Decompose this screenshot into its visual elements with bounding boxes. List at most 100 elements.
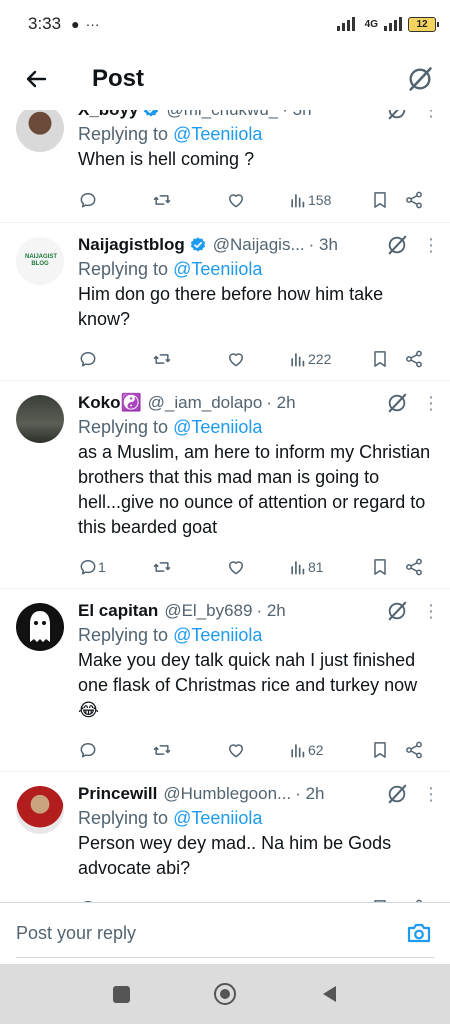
square-icon[interactable] — [109, 982, 133, 1006]
views-button[interactable]: 62 — [288, 740, 370, 760]
bookmark-button[interactable] — [370, 557, 404, 577]
views-icon — [288, 557, 308, 577]
comment-button[interactable]: 1 — [78, 557, 152, 577]
mention-link[interactable]: @Teeniiola — [173, 808, 262, 828]
comment-icon — [78, 349, 98, 369]
avatar[interactable] — [16, 786, 64, 834]
heart-icon — [226, 349, 246, 369]
views-button[interactable]: 158 — [288, 190, 370, 210]
post-time: · 2h — [295, 784, 325, 803]
share-button[interactable] — [404, 349, 424, 369]
grok-icon[interactable] — [386, 783, 408, 805]
replying-prefix: Replying to — [78, 259, 169, 279]
grok-icon[interactable] — [386, 392, 408, 414]
ghost-avatar-icon — [30, 611, 50, 642]
author-handle[interactable]: @El_by689 — [164, 601, 252, 621]
reply-input[interactable]: Post your reply — [16, 923, 136, 944]
retweet-button[interactable] — [152, 349, 226, 369]
grok-icon[interactable] — [386, 600, 408, 622]
author-name[interactable]: El capitan — [78, 601, 158, 621]
more-vertical-icon[interactable]: ⋮ — [422, 110, 440, 119]
heart-icon — [226, 557, 246, 577]
author-name[interactable]: Naijagistblog — [78, 235, 185, 255]
views-button[interactable]: 222 — [288, 349, 370, 369]
reply-composer: Post your reply — [0, 902, 450, 964]
bookmark-icon — [370, 740, 390, 760]
retweet-button[interactable] — [152, 190, 226, 210]
comment-button[interactable] — [78, 740, 152, 760]
retweet-button[interactable] — [152, 557, 226, 577]
comment-button[interactable] — [78, 349, 152, 369]
share-button[interactable] — [404, 740, 424, 760]
retweet-icon — [152, 557, 172, 577]
replying-to: Replying to @Teeniiola — [78, 625, 436, 646]
app-header: Post — [0, 48, 450, 110]
mention-link[interactable]: @Teeniiola — [173, 625, 262, 645]
replying-prefix: Replying to — [78, 124, 169, 144]
like-button[interactable] — [226, 349, 288, 369]
view-count: 62 — [308, 742, 324, 758]
triangle-back-icon[interactable] — [317, 982, 341, 1006]
reply-text: When is hell coming ? — [78, 149, 255, 169]
share-icon — [404, 190, 424, 210]
author-name[interactable]: Koko☯️ — [78, 393, 142, 413]
avatar[interactable] — [16, 395, 64, 443]
mention-link[interactable]: @Teeniiola — [173, 124, 262, 144]
reply-item[interactable]: Princewill @Humblegoon... · 2h ⋮ Replyin… — [0, 772, 450, 902]
reply-item[interactable]: NAIJAGIST BLOG Naijagistblog @Naijagis..… — [0, 223, 450, 381]
heart-icon — [226, 740, 246, 760]
like-button[interactable] — [226, 190, 288, 210]
verified-badge-icon — [142, 110, 160, 119]
replying-prefix: Replying to — [78, 808, 169, 828]
more-vertical-icon[interactable]: ⋮ — [422, 236, 440, 254]
grok-icon[interactable] — [386, 234, 408, 256]
bookmark-button[interactable] — [370, 190, 404, 210]
avatar[interactable] — [16, 110, 64, 152]
avatar[interactable]: NAIJAGIST BLOG — [16, 237, 64, 285]
bookmark-button[interactable] — [370, 740, 404, 760]
share-button[interactable] — [404, 190, 424, 210]
heart-icon — [226, 190, 246, 210]
more-vertical-icon[interactable]: ⋮ — [422, 785, 440, 803]
views-icon — [288, 349, 308, 369]
more-vertical-icon[interactable]: ⋮ — [422, 394, 440, 412]
author-handle[interactable]: @_iam_dolapo — [148, 393, 263, 413]
replies-feed[interactable]: X_boyy @mi_chukwu_ · 3h ⋮ Replying to @T… — [0, 110, 450, 902]
camera-icon[interactable] — [406, 921, 432, 945]
verified-badge-icon — [189, 236, 207, 254]
author-handle[interactable]: @Naijagis... — [213, 235, 305, 255]
views-icon — [288, 740, 308, 760]
views-button[interactable]: 81 — [288, 557, 370, 577]
retweet-icon — [152, 349, 172, 369]
author-handle[interactable]: @Humblegoon... — [163, 784, 291, 804]
arrow-left-icon[interactable] — [22, 65, 50, 93]
author-handle[interactable]: @mi_chukwu_ — [166, 110, 278, 120]
more-vertical-icon[interactable]: ⋮ — [422, 602, 440, 620]
author-name[interactable]: X_boyy — [78, 110, 138, 120]
like-button[interactable] — [226, 557, 288, 577]
action-bar: 222 — [78, 347, 433, 371]
reply-item[interactable]: Koko☯️ @_iam_dolapo · 2h ⋮ Replying to @… — [0, 381, 450, 589]
reply-item[interactable]: El capitan @El_by689 · 2h ⋮ Replying to … — [0, 589, 450, 772]
share-icon — [404, 349, 424, 369]
reply-item[interactable]: X_boyy @mi_chukwu_ · 3h ⋮ Replying to @T… — [0, 110, 450, 223]
mention-link[interactable]: @Teeniiola — [173, 259, 262, 279]
share-button[interactable] — [404, 557, 424, 577]
comment-button[interactable] — [78, 190, 152, 210]
replying-to: Replying to @Teeniiola — [78, 417, 436, 438]
bookmark-icon — [370, 190, 390, 210]
grok-icon[interactable] — [386, 110, 408, 121]
network-label: 4G — [364, 18, 378, 30]
page-title: Post — [92, 65, 145, 92]
more-notifications-icon: ··· — [85, 16, 100, 32]
reply-text: Person wey dey mad.. Na him be Gods advo… — [78, 833, 392, 878]
author-name[interactable]: Princewill — [78, 784, 157, 804]
retweet-button[interactable] — [152, 740, 226, 760]
mention-link[interactable]: @Teeniiola — [173, 417, 262, 437]
grok-icon[interactable] — [406, 65, 434, 93]
circle-icon[interactable] — [213, 982, 237, 1006]
comment-count: 1 — [98, 559, 106, 575]
like-button[interactable] — [226, 740, 288, 760]
bookmark-button[interactable] — [370, 349, 404, 369]
avatar[interactable] — [16, 603, 64, 651]
